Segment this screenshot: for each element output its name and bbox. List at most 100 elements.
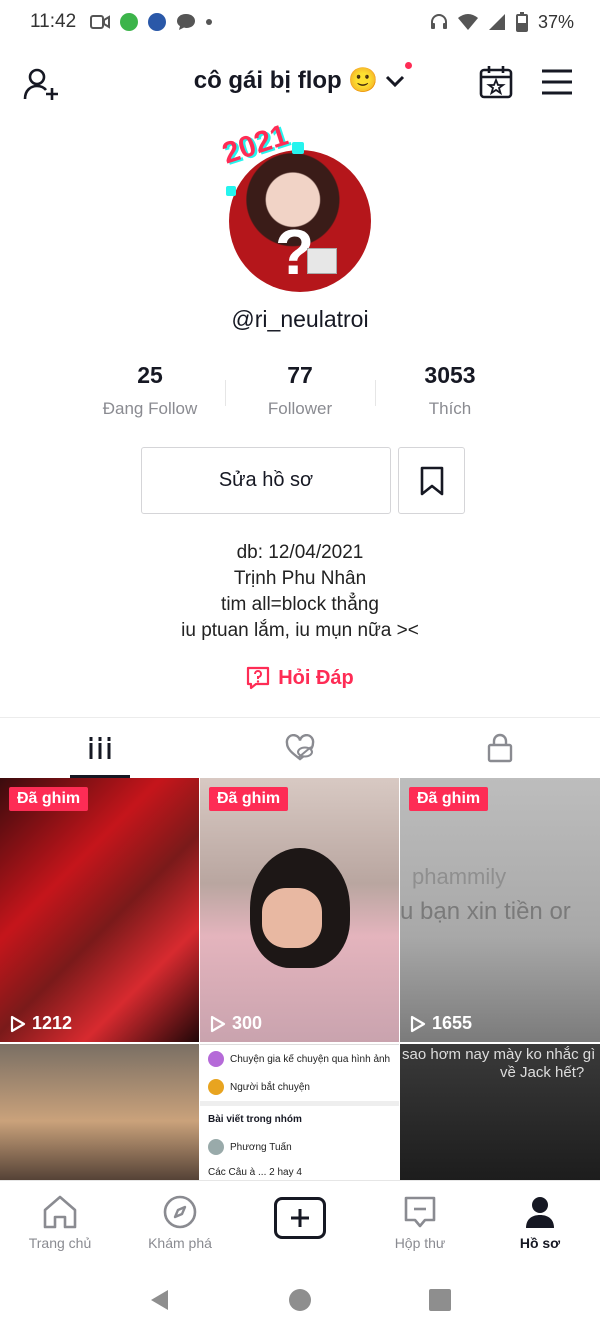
chat-bubble-icon bbox=[177, 14, 196, 30]
favorites-button[interactable] bbox=[398, 447, 465, 514]
thumbnail-face bbox=[262, 888, 322, 948]
pinned-badge: Đã ghim bbox=[409, 787, 489, 811]
view-count-value: 1212 bbox=[32, 1013, 73, 1033]
thumbnail-row: Chuyện gia kế chuyện qua hình ảnh bbox=[200, 1045, 399, 1073]
chevron-down-icon bbox=[386, 75, 405, 87]
lock-icon bbox=[487, 733, 513, 763]
video-thumbnail[interactable]: Đã ghim 300 bbox=[200, 778, 399, 1042]
thumbnail-text: Người bắt chuyện bbox=[230, 1081, 310, 1093]
thumbnail-caption: về Jack hết? bbox=[500, 1064, 585, 1081]
video-thumbnail[interactable]: sao hơm nay mày ko nhắc gì về Jack hết? bbox=[400, 1044, 600, 1184]
play-icon bbox=[10, 1015, 26, 1032]
notification-dot bbox=[405, 62, 413, 69]
question-bubble-icon bbox=[247, 666, 270, 690]
video-thumbnail[interactable]: Đã ghim 1212 bbox=[0, 778, 199, 1042]
decoration-square bbox=[226, 186, 236, 196]
headset-icon bbox=[430, 14, 447, 29]
bio-line: db: 12/04/2021 bbox=[236, 542, 364, 563]
calendar-star-icon[interactable] bbox=[478, 64, 514, 100]
nav-discover[interactable]: Khám phá bbox=[120, 1181, 240, 1266]
video-thumbnail[interactable] bbox=[0, 1044, 199, 1184]
avatar-photo-card bbox=[307, 248, 337, 274]
following-label: Đang Follow bbox=[102, 399, 198, 418]
decoration-square bbox=[292, 142, 304, 154]
thumbnail-row: Phương Tuấn bbox=[200, 1133, 399, 1161]
profile-header: cô gái bị flop 🙂 bbox=[0, 56, 600, 108]
nav-home-label: Trang chủ bbox=[28, 1235, 92, 1251]
back-icon[interactable] bbox=[148, 1288, 172, 1312]
tab-private[interactable] bbox=[400, 718, 600, 778]
likes-count: 3053 bbox=[424, 362, 476, 388]
game-app-icon bbox=[148, 13, 167, 31]
avatar: ? bbox=[229, 150, 371, 292]
view-count: 1655 bbox=[410, 1013, 472, 1034]
profile-avatar[interactable]: ? 2021 bbox=[218, 119, 378, 300]
thumbnail-row: Người bắt chuyện bbox=[200, 1073, 399, 1101]
thumbnail-caption: sao hơm nay mày ko nhắc gì bbox=[402, 1046, 596, 1063]
thumbnail-text: Chuyện gia kế chuyện qua hình ảnh bbox=[230, 1053, 391, 1065]
qa-link[interactable]: Hỏi Đáp bbox=[0, 666, 600, 690]
status-time: 11:42 bbox=[30, 11, 77, 32]
tab-liked[interactable] bbox=[200, 718, 400, 778]
compass-icon bbox=[163, 1195, 197, 1229]
bio-line: iu ptuan lắm, iu mụn nữa >< bbox=[181, 620, 419, 641]
nav-inbox-label: Hộp thư bbox=[394, 1235, 446, 1251]
followers-stat[interactable]: 77 Follower bbox=[225, 362, 375, 424]
likes-label: Thích bbox=[428, 399, 472, 418]
home-icon bbox=[43, 1195, 77, 1229]
tab-videos[interactable] bbox=[0, 718, 200, 778]
battery-icon bbox=[515, 12, 528, 32]
video-call-icon bbox=[90, 15, 111, 29]
gallery-app-icon bbox=[120, 13, 139, 31]
system-navigation-bar bbox=[0, 1266, 600, 1333]
pinned-badge: Đã ghim bbox=[209, 787, 289, 811]
edit-profile-button[interactable]: Sửa hồ sơ bbox=[141, 447, 391, 514]
play-icon bbox=[410, 1015, 426, 1032]
qa-label: Hỏi Đáp bbox=[278, 666, 354, 689]
bottom-navigation: Trang chủ Khám phá Hộp thư Hồ sơ bbox=[0, 1180, 600, 1266]
video-thumbnail[interactable]: phammily u bạn xin tiền or Đã ghim 1655 bbox=[400, 778, 600, 1042]
nav-profile[interactable]: Hồ sơ bbox=[480, 1181, 600, 1266]
nav-profile-label: Hồ sơ bbox=[519, 1235, 561, 1251]
followers-label: Follower bbox=[267, 399, 333, 418]
view-count: 300 bbox=[210, 1013, 262, 1034]
system-icons: 37% bbox=[430, 12, 574, 33]
pinned-badge: Đã ghim bbox=[9, 787, 89, 811]
profile-tabs bbox=[0, 717, 600, 778]
thumbnail-caption: u bạn xin tiền or bbox=[400, 898, 571, 925]
following-stat[interactable]: 25 Đang Follow bbox=[75, 362, 225, 424]
likes-stat[interactable]: 3053 Thích bbox=[375, 362, 525, 424]
recents-icon[interactable] bbox=[428, 1288, 452, 1312]
thumbnail-caption: phammily bbox=[412, 864, 507, 889]
bio-line: Trịnh Phu Nhân bbox=[233, 568, 367, 589]
following-count: 25 bbox=[137, 362, 163, 388]
status-bar: 11:42 37% bbox=[0, 0, 600, 44]
create-button bbox=[274, 1197, 326, 1239]
video-thumbnail[interactable]: Chuyện gia kế chuyện qua hình ảnh Người … bbox=[200, 1044, 399, 1184]
profile-icon bbox=[526, 1197, 554, 1228]
nav-create[interactable] bbox=[240, 1181, 360, 1266]
plus-icon bbox=[291, 1209, 309, 1227]
more-notifications-dot bbox=[206, 19, 213, 25]
nav-home[interactable]: Trang chủ bbox=[0, 1181, 120, 1266]
grid-bars-icon bbox=[88, 737, 112, 759]
signal-icon bbox=[488, 14, 505, 30]
video-grid: Đã ghim 1212 Đã ghim 300 phammily u bạn … bbox=[0, 778, 600, 1184]
view-count-value: 300 bbox=[232, 1013, 263, 1033]
hidden-heart-icon bbox=[285, 734, 315, 761]
inbox-icon bbox=[404, 1196, 436, 1228]
battery-percent: 37% bbox=[537, 11, 574, 32]
menu-icon[interactable] bbox=[540, 68, 574, 96]
bookmark-icon bbox=[420, 466, 443, 495]
followers-count: 77 bbox=[287, 362, 313, 388]
notification-icons bbox=[90, 13, 213, 31]
thumbnail-text: Các Câu à ... 2 hay 4 bbox=[208, 1167, 302, 1178]
nav-inbox[interactable]: Hộp thư bbox=[360, 1181, 480, 1266]
play-icon bbox=[210, 1015, 226, 1032]
profile-stats: 25 Đang Follow 77 Follower 3053 Thích bbox=[75, 362, 525, 424]
profile-bio: db: 12/04/2021 Trịnh Phu Nhân tim all=bl… bbox=[0, 540, 600, 644]
home-circle-icon[interactable] bbox=[288, 1288, 312, 1312]
thumbnail-text: Bài viết trong nhóm bbox=[200, 1101, 399, 1133]
page-title: cô gái bị flop 🙂 bbox=[193, 67, 379, 94]
wifi-icon bbox=[457, 14, 478, 30]
